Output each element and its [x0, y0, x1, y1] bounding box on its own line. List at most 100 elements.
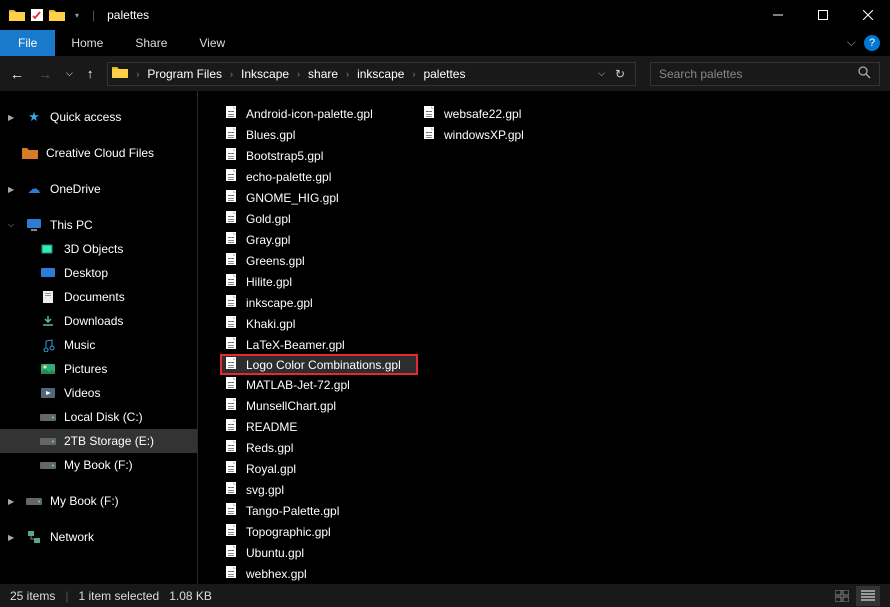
qat-dropdown-icon[interactable]: ▾	[68, 6, 86, 24]
sidebar-creative-cloud[interactable]: Creative Cloud Files	[0, 141, 197, 165]
item-icon	[40, 313, 56, 329]
file-item[interactable]: echo-palette.gpl	[220, 166, 418, 187]
breadcrumb-segment[interactable]: palettes	[419, 67, 469, 81]
file-icon	[224, 481, 240, 498]
file-item[interactable]: Topographic.gpl	[220, 521, 418, 542]
view-details-button[interactable]	[856, 586, 880, 606]
file-item[interactable]: MunsellChart.gpl	[220, 395, 418, 416]
file-item[interactable]: Blues.gpl	[220, 124, 418, 145]
sidebar-pc-child[interactable]: Videos	[0, 381, 197, 405]
file-item[interactable]: inkscape.gpl	[220, 292, 418, 313]
up-button[interactable]: ↑	[87, 66, 94, 81]
sidebar-pc-child[interactable]: 2TB Storage (E:)	[0, 429, 197, 453]
file-name: Topographic.gpl	[246, 525, 331, 539]
sidebar-pc-child[interactable]: Desktop	[0, 261, 197, 285]
breadcrumb-segment[interactable]: Program Files	[143, 67, 226, 81]
file-name: MATLAB-Jet-72.gpl	[246, 378, 350, 392]
help-icon[interactable]: ?	[864, 35, 880, 51]
sidebar-onedrive[interactable]: ▶ ☁ OneDrive	[0, 177, 197, 201]
file-item[interactable]: webhex.gpl	[220, 563, 418, 584]
sidebar-my-book[interactable]: ▶ My Book (F:)	[0, 489, 197, 513]
refresh-icon[interactable]: ↻	[615, 67, 625, 81]
file-icon	[224, 126, 240, 143]
file-icon	[224, 460, 240, 477]
file-name: svg.gpl	[246, 483, 284, 497]
sidebar-pc-child[interactable]: Documents	[0, 285, 197, 309]
forward-button[interactable]: →	[38, 66, 52, 82]
chevron-right-icon[interactable]: ›	[410, 69, 417, 79]
file-item[interactable]: GNOME_HIG.gpl	[220, 187, 418, 208]
file-item[interactable]: Hilite.gpl	[220, 271, 418, 292]
view-thumbnails-button[interactable]	[830, 586, 854, 606]
ribbon-tabs: File Home Share View ⌵ ?	[0, 30, 890, 57]
file-item[interactable]: LaTeX-Beamer.gpl	[220, 334, 418, 355]
file-icon	[224, 439, 240, 456]
item-icon	[40, 433, 56, 449]
sidebar-quick-access[interactable]: ▶ ★ Quick access	[0, 105, 197, 129]
file-name: MunsellChart.gpl	[246, 399, 336, 413]
maximize-button[interactable]	[800, 0, 845, 30]
file-item[interactable]: MATLAB-Jet-72.gpl	[220, 374, 418, 395]
chevron-right-icon[interactable]: ▶	[8, 497, 18, 506]
close-button[interactable]	[845, 0, 890, 30]
sidebar-pc-child[interactable]: My Book (F:)	[0, 453, 197, 477]
chevron-down-icon[interactable]: ⌵	[8, 220, 18, 230]
file-item[interactable]: Greens.gpl	[220, 250, 418, 271]
chevron-right-icon[interactable]: ▶	[8, 113, 18, 122]
file-item[interactable]: websafe22.gpl	[418, 103, 598, 124]
properties-icon[interactable]	[28, 6, 46, 24]
file-item[interactable]: README	[220, 416, 418, 437]
titlebar: ▾ | palettes	[0, 0, 890, 30]
menu-view[interactable]: View	[183, 30, 241, 56]
back-button[interactable]: ←	[10, 66, 24, 82]
file-name: README	[246, 420, 297, 434]
file-item[interactable]: Royal.gpl	[220, 458, 418, 479]
chevron-right-icon[interactable]: ›	[228, 69, 235, 79]
file-item[interactable]: Khaki.gpl	[220, 313, 418, 334]
file-item[interactable]: Tango-Palette.gpl	[220, 500, 418, 521]
recent-dropdown-icon[interactable]: ⌵	[66, 68, 73, 79]
sidebar-pc-child[interactable]: 3D Objects	[0, 237, 197, 261]
file-item[interactable]: Logo Color Combinations.gpl	[220, 354, 418, 375]
file-item[interactable]: Ubuntu.gpl	[220, 542, 418, 563]
menu-file[interactable]: File	[0, 30, 55, 56]
file-icon	[224, 273, 240, 290]
menu-share[interactable]: Share	[119, 30, 183, 56]
breadcrumb-segment[interactable]: Inkscape	[237, 67, 293, 81]
sidebar-this-pc[interactable]: ⌵ This PC	[0, 213, 197, 237]
sidebar-pc-child[interactable]: Pictures	[0, 357, 197, 381]
file-item[interactable]: Bootstrap5.gpl	[220, 145, 418, 166]
file-icon	[224, 147, 240, 164]
file-item[interactable]: Android-icon-palette.gpl	[220, 103, 418, 124]
minimize-button[interactable]	[755, 0, 800, 30]
breadcrumb-segment[interactable]: inkscape	[353, 67, 408, 81]
search-input[interactable]: Search palettes	[650, 62, 880, 86]
sidebar-item-label: OneDrive	[50, 182, 101, 196]
status-file-size: 1.08 KB	[169, 589, 212, 603]
breadcrumb-segment[interactable]: share	[304, 67, 342, 81]
chevron-right-icon[interactable]: ▶	[8, 185, 18, 194]
chevron-right-icon[interactable]: ▶	[8, 533, 18, 542]
sidebar-pc-child[interactable]: Local Disk (C:)	[0, 405, 197, 429]
file-item[interactable]: Gray.gpl	[220, 229, 418, 250]
search-icon[interactable]	[858, 66, 871, 82]
file-item[interactable]: svg.gpl	[220, 479, 418, 500]
sidebar-network[interactable]: ▶ Network	[0, 525, 197, 549]
ribbon-expand-icon[interactable]: ⌵	[847, 35, 856, 50]
file-item[interactable]: windowsXP.gpl	[418, 124, 598, 145]
file-item[interactable]: Gold.gpl	[220, 208, 418, 229]
sidebar-pc-child[interactable]: Music	[0, 333, 197, 357]
history-dropdown-icon[interactable]: ⌵	[598, 68, 605, 79]
chevron-right-icon[interactable]: ›	[295, 69, 302, 79]
chevron-right-icon[interactable]: ›	[134, 69, 141, 79]
star-icon: ★	[26, 109, 42, 125]
sidebar-pc-child[interactable]: Downloads	[0, 309, 197, 333]
chevron-right-icon[interactable]: ›	[344, 69, 351, 79]
file-name: GNOME_HIG.gpl	[246, 191, 339, 205]
item-icon	[40, 265, 56, 281]
sidebar-item-label: My Book (F:)	[50, 494, 119, 508]
menu-home[interactable]: Home	[55, 30, 119, 56]
file-name: Logo Color Combinations.gpl	[246, 358, 401, 372]
file-item[interactable]: Reds.gpl	[220, 437, 418, 458]
address-bar[interactable]: › Program Files › Inkscape › share › ink…	[107, 62, 636, 86]
